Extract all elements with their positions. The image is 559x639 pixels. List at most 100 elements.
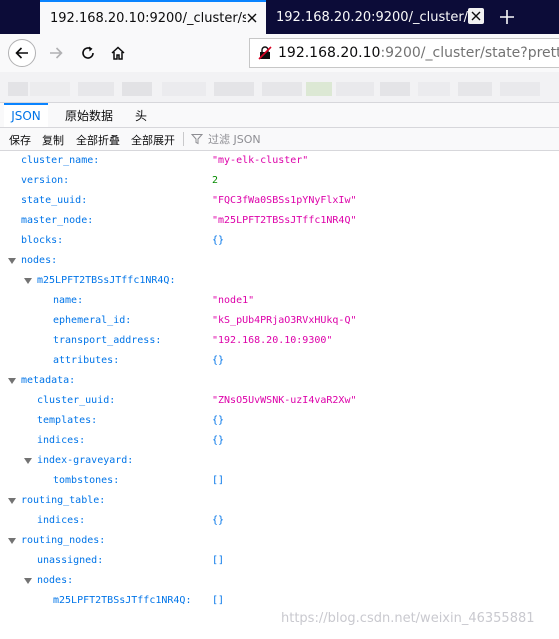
json-key: m25LPFT2TBSsJTffc1NR4Q: xyxy=(53,595,192,606)
json-tree-row[interactable]: metadata: xyxy=(0,371,559,391)
json-key: attributes: xyxy=(53,355,120,366)
json-tree: cluster_name: "my-elk-cluster" version: 2 st… xyxy=(0,151,559,639)
json-key: version: xyxy=(21,175,70,186)
json-tree-row[interactable]: nodes: xyxy=(0,251,559,271)
json-value: "m25LPFT2TBSsJTffc1NR4Q" xyxy=(212,215,357,226)
json-key: state_uuid: xyxy=(21,195,88,206)
json-toolbar: 保存 复制 全部折叠 全部展开 过滤 JSON xyxy=(0,128,559,151)
plus-icon xyxy=(500,10,514,24)
json-value: "node1" xyxy=(212,295,255,306)
blurred-bookmark xyxy=(214,82,254,96)
navigation-bar: 192.168.20.10:9200/_cluster/state?pretty xyxy=(0,34,559,72)
browser-tab-strip: 192.168.20.10:9200/_cluster/state?pretty… xyxy=(0,0,559,34)
expand-arrow-icon[interactable] xyxy=(8,258,16,264)
json-tree-row: attributes: {} xyxy=(0,351,559,371)
json-key: master_node: xyxy=(21,215,94,226)
save-button[interactable]: 保存 xyxy=(9,132,31,148)
filter-json-input[interactable]: 过滤 JSON xyxy=(191,131,261,147)
back-button[interactable] xyxy=(8,39,36,67)
json-value: [] xyxy=(212,475,225,486)
collapse-all-button[interactable]: 全部折叠 xyxy=(76,132,120,148)
tab-headers[interactable]: 头 xyxy=(135,103,147,127)
json-tree-row: blocks: {} xyxy=(0,231,559,251)
json-key: unassigned: xyxy=(37,555,104,566)
reload-button[interactable] xyxy=(74,39,102,67)
bookmarks-toolbar xyxy=(0,72,559,103)
json-value: [] xyxy=(212,555,225,566)
json-tree-row: indices: {} xyxy=(0,431,559,451)
json-value: {} xyxy=(212,235,225,246)
blurred-bookmark xyxy=(418,82,450,96)
json-key: metadata: xyxy=(21,375,76,386)
url-path: :9200/_cluster/state?pretty xyxy=(380,45,559,61)
new-tab-button[interactable] xyxy=(496,7,518,27)
json-tree-row: cluster_name: "my-elk-cluster" xyxy=(0,151,559,171)
json-value: "kS_pUb4PRjaO3RVxHUkq-Q" xyxy=(212,315,357,326)
url-host: 192.168.20.10 xyxy=(278,45,381,61)
json-key: cluster_name: xyxy=(21,155,100,166)
json-tree-row: version: 2 xyxy=(0,171,559,191)
blurred-bookmark xyxy=(122,82,152,96)
tab-raw-data[interactable]: 原始数据 xyxy=(65,103,113,127)
url-text: 192.168.20.10:9200/_cluster/state?pretty xyxy=(278,45,559,61)
json-key: m25LPFT2TBSsJTffc1NR4Q: xyxy=(37,275,176,286)
tab-json[interactable]: JSON xyxy=(4,103,48,127)
blurred-bookmark xyxy=(380,82,410,96)
json-key: nodes: xyxy=(37,575,74,586)
expand-arrow-icon[interactable] xyxy=(24,458,32,464)
json-key: name: xyxy=(53,295,84,306)
json-tree-row: templates: {} xyxy=(0,411,559,431)
json-value: {} xyxy=(212,415,225,426)
browser-tab-active[interactable]: 192.168.20.10:9200/_cluster/state?pretty xyxy=(40,0,266,34)
json-tree-row: tombstones: [] xyxy=(0,471,559,491)
expand-all-button[interactable]: 全部展开 xyxy=(131,132,175,148)
filter-icon xyxy=(191,134,203,145)
json-key: indices: xyxy=(37,435,86,446)
json-key: ephemeral_id: xyxy=(53,315,132,326)
close-icon[interactable] xyxy=(468,8,484,24)
copy-button[interactable]: 复制 xyxy=(42,132,64,148)
toolbar-divider xyxy=(183,132,184,146)
close-icon[interactable] xyxy=(244,10,260,26)
blurred-bookmark xyxy=(306,82,332,96)
json-key: nodes: xyxy=(21,255,58,266)
blurred-bookmark xyxy=(262,82,302,96)
json-value: "FQC3fWa0SBSs1pYNyFlxIw" xyxy=(212,195,357,206)
browser-tab-inactive[interactable]: 192.168.20.20:9200/_cluster/health?prett… xyxy=(266,0,490,34)
reload-icon xyxy=(82,46,94,59)
json-tree-row: name: "node1" xyxy=(0,291,559,311)
json-key: tombstones: xyxy=(53,475,120,486)
blurred-bookmark xyxy=(8,82,28,96)
expand-arrow-icon[interactable] xyxy=(8,498,16,504)
json-key: blocks: xyxy=(21,235,64,246)
json-tree-row[interactable]: routing_table: xyxy=(0,491,559,511)
expand-arrow-icon[interactable] xyxy=(8,378,16,384)
url-bar[interactable]: 192.168.20.10:9200/_cluster/state?pretty xyxy=(249,38,559,68)
blurred-bookmark xyxy=(500,82,540,96)
expand-arrow-icon[interactable] xyxy=(24,278,32,284)
json-tree-row: unassigned: [] xyxy=(0,551,559,571)
json-value: 2 xyxy=(212,175,219,186)
insecure-lock-icon[interactable] xyxy=(258,45,272,61)
json-tree-row: indices: {} xyxy=(0,511,559,531)
json-value: {} xyxy=(212,355,225,366)
json-tree-row[interactable]: routing_nodes: xyxy=(0,531,559,551)
filter-placeholder: 过滤 JSON xyxy=(208,133,261,146)
json-value: {} xyxy=(212,515,225,526)
tab-title: 192.168.20.20:9200/_cluster/health?prett… xyxy=(276,9,472,25)
json-tree-row[interactable]: index-graveyard: xyxy=(0,451,559,471)
json-tree-row[interactable]: m25LPFT2TBSsJTffc1NR4Q: xyxy=(0,271,559,291)
json-tree-row[interactable]: nodes: xyxy=(0,571,559,591)
expand-arrow-icon[interactable] xyxy=(8,538,16,544)
blurred-bookmark xyxy=(162,82,206,96)
json-tree-row: m25LPFT2TBSsJTffc1NR4Q: [] xyxy=(0,591,559,611)
home-button[interactable] xyxy=(104,39,132,67)
json-tree-row: state_uuid: "FQC3fWa0SBSs1pYNyFlxIw" xyxy=(0,191,559,211)
arrow-right-icon xyxy=(50,47,63,59)
expand-arrow-icon[interactable] xyxy=(24,578,32,584)
forward-button[interactable] xyxy=(42,39,70,67)
blurred-bookmark xyxy=(458,82,492,96)
json-key: indices: xyxy=(37,515,86,526)
tab-title: 192.168.20.10:9200/_cluster/state?pretty xyxy=(50,10,246,26)
json-value: "ZNsO5UvWSNK-uzI4vaR2Xw" xyxy=(212,395,357,406)
